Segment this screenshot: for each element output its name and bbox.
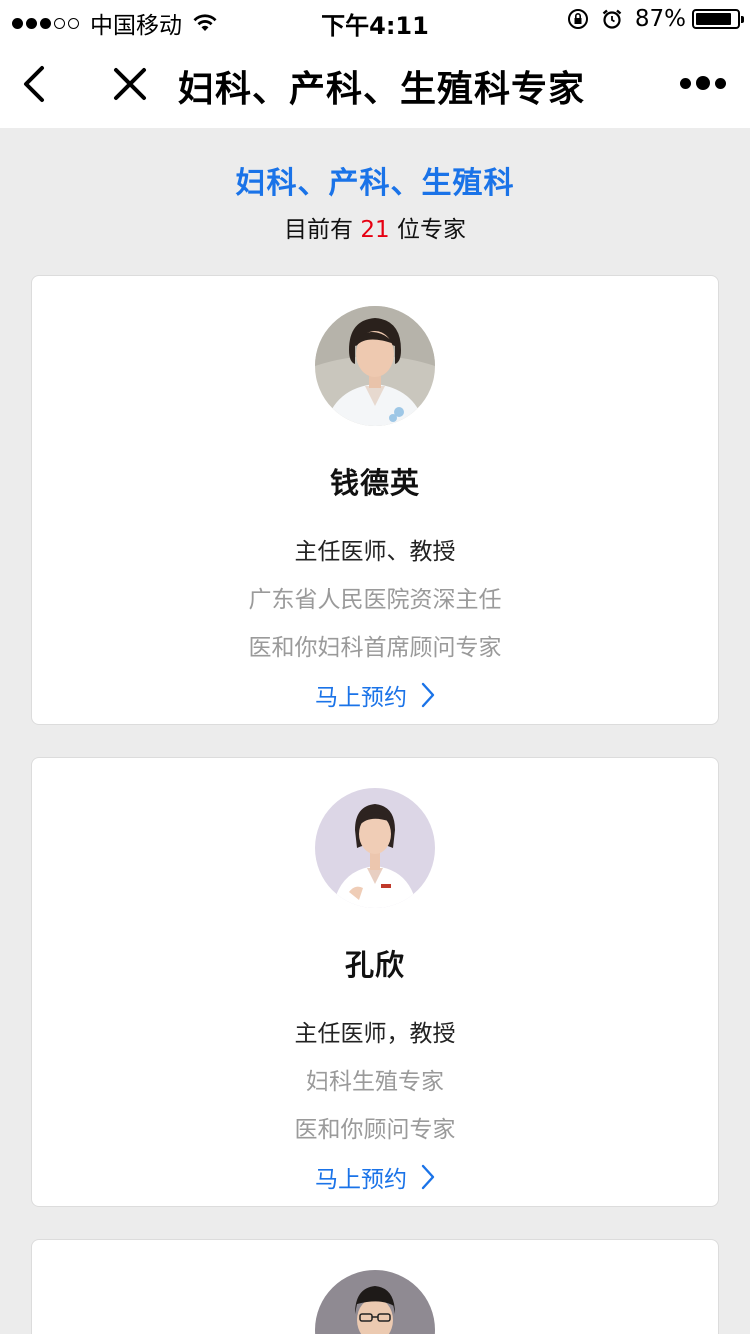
doctor-photo-icon: [315, 306, 435, 426]
doctor-info-line: 妇科生殖专家: [306, 1069, 444, 1095]
doctor-name: 钱德英: [329, 466, 420, 500]
doctor-avatar: [315, 788, 435, 908]
close-icon[interactable]: [110, 64, 150, 104]
chevron-right-icon: [421, 1164, 435, 1190]
doctor-card[interactable]: [31, 1239, 719, 1334]
expert-count: 目前有 21 位专家: [0, 210, 750, 244]
book-label: 马上预约: [315, 1167, 407, 1193]
battery-percent: 87%: [634, 6, 686, 32]
doctor-card[interactable]: 钱德英 主任医师、教授 广东省人民医院资深主任 医和你妇科首席顾问专家 马上预约: [31, 275, 719, 725]
count-prefix: 目前有: [284, 217, 354, 243]
status-bar: 中国移动 下午4:11 87%: [0, 0, 750, 40]
page-title: 妇科、产科、生殖科专家: [178, 69, 586, 110]
doctor-info-line: 医和你顾问专家: [294, 1117, 456, 1143]
doctor-photo-icon: [315, 1270, 435, 1334]
orientation-lock-icon: [567, 9, 588, 29]
department-title: 妇科、产科、生殖科: [235, 166, 515, 201]
nav-bar: 妇科、产科、生殖科专家: [0, 40, 750, 128]
count-suffix: 位专家: [396, 217, 466, 243]
chevron-right-icon: [421, 682, 435, 708]
doctor-avatar: [315, 306, 435, 426]
count-number: 21: [360, 217, 390, 243]
doctor-info-line: 广东省人民医院资深主任: [248, 587, 502, 613]
section-header: 妇科、产科、生殖科 目前有 21 位专家: [0, 158, 750, 244]
status-right: 87%: [555, 6, 744, 32]
battery-icon: [692, 9, 744, 29]
doctor-title: 主任医师，教授: [294, 1021, 456, 1047]
doctor-photo-icon: [315, 788, 435, 908]
battery-fill: [696, 13, 731, 25]
doctor-title: 主任医师、教授: [294, 539, 456, 565]
chevron-left-icon[interactable]: [18, 62, 58, 106]
book-label: 马上预约: [315, 685, 407, 711]
book-appointment-link[interactable]: 马上预约: [315, 678, 435, 712]
alarm-icon: [602, 9, 622, 29]
book-appointment-link[interactable]: 马上预约: [315, 1160, 435, 1194]
doctor-name: 孔欣: [344, 948, 405, 982]
doctor-avatar: [315, 1270, 435, 1334]
doctor-info-line: 医和你妇科首席顾问专家: [248, 635, 502, 661]
more-dots-icon[interactable]: [675, 76, 726, 90]
doctor-card[interactable]: 孔欣 主任医师，教授 妇科生殖专家 医和你顾问专家 马上预约: [31, 757, 719, 1207]
